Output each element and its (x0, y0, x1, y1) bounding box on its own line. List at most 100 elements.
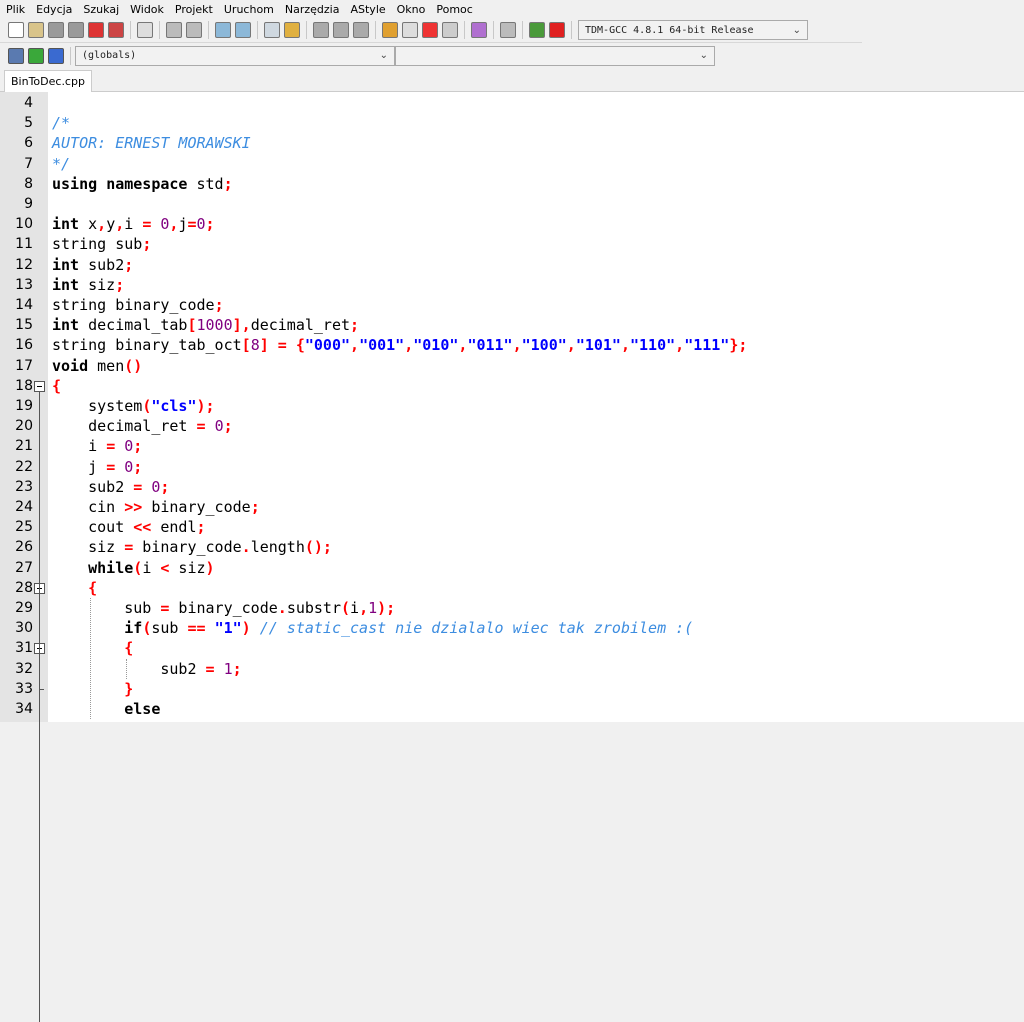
token-symbol: ( (133, 558, 143, 577)
goto-line-icon[interactable] (264, 22, 280, 38)
code-line[interactable]: cin >> binary_code; (52, 497, 260, 517)
code-line[interactable]: while(i < siz) (52, 558, 214, 578)
run-icon[interactable] (402, 22, 418, 38)
code-line[interactable]: int siz; (52, 275, 124, 295)
line-number: 28 (15, 579, 33, 596)
menu-item-pomoc[interactable]: Pomoc (436, 3, 472, 16)
code-line[interactable]: int x,y,i = 0,j=0; (52, 214, 215, 234)
chevron-down-icon: ⌄ (699, 50, 708, 61)
code-line[interactable]: { (52, 578, 97, 598)
toolbar-separator (464, 21, 465, 39)
fold-collapse-icon[interactable] (34, 380, 45, 392)
code-line[interactable]: decimal_ret = 0; (52, 416, 233, 436)
save-all-icon[interactable] (68, 22, 84, 38)
token-identifier (115, 437, 124, 455)
member-select[interactable]: ⌄ (395, 45, 715, 66)
code-line[interactable]: sub2 = 0; (52, 477, 169, 497)
code-line[interactable]: else (52, 699, 160, 719)
menu-item-widok[interactable]: Widok (130, 3, 164, 16)
rebuild-icon[interactable] (442, 22, 458, 38)
token-symbol: . (277, 599, 287, 617)
line-number: 9 (24, 196, 33, 212)
menu-item-uruchom[interactable]: Uruchom (224, 3, 274, 16)
print-icon[interactable] (137, 22, 153, 38)
close-icon[interactable] (88, 22, 104, 38)
profile-icon[interactable] (529, 22, 545, 38)
menu-item-plik[interactable]: Plik (6, 3, 25, 16)
code-line[interactable]: sub2 = 1; (52, 659, 241, 679)
code-line[interactable]: sub = binary_code.substr(i,1); (52, 598, 395, 618)
compiler-select-value: TDM-GCC 4.8.1 64-bit Release (585, 24, 754, 36)
save-icon[interactable] (48, 22, 64, 38)
code-line[interactable]: if(sub == "1") // static_cast nie dziala… (52, 618, 693, 638)
delete-profile-icon[interactable] (549, 22, 565, 38)
replace-icon[interactable] (235, 22, 251, 38)
syntax-check-icon[interactable] (471, 22, 487, 38)
bookmark-icon[interactable] (284, 22, 300, 38)
line-number: 16 (15, 337, 33, 354)
token-number: 0 (124, 437, 134, 456)
line-number: 32 (15, 660, 33, 677)
token-symbol: ; (142, 235, 152, 254)
find-icon[interactable] (215, 22, 231, 38)
code-line[interactable]: j = 0; (52, 457, 142, 477)
token-symbol: , (675, 336, 685, 355)
token-keyword: using (52, 174, 98, 193)
new-project-icon[interactable] (8, 47, 24, 64)
code-line[interactable]: /* (52, 113, 70, 133)
token-symbol: ; (115, 275, 125, 294)
scope-select[interactable]: (globals) ⌄ (75, 45, 395, 66)
new-file-icon[interactable] (8, 22, 24, 38)
code-line[interactable]: } (52, 679, 133, 699)
redo-icon[interactable] (186, 22, 202, 38)
code-line[interactable]: { (52, 638, 133, 658)
menu-item-narzędzia[interactable]: Narzędzia (285, 3, 340, 16)
code-line[interactable]: cout << endl; (52, 517, 205, 537)
code-line[interactable]: int decimal_tab[1000],decimal_ret; (52, 315, 359, 335)
menu-item-projekt[interactable]: Projekt (175, 3, 213, 16)
token-symbol: = (196, 417, 206, 436)
compiler-select[interactable]: TDM-GCC 4.8.1 64-bit Release ⌄ (578, 20, 808, 40)
code-line[interactable]: i = 0; (52, 436, 142, 456)
code-line[interactable]: AUTOR: ERNEST MORAWSKI (52, 133, 251, 153)
code-line[interactable]: int sub2; (52, 255, 133, 275)
indent-icon[interactable] (313, 22, 329, 38)
line-number: 24 (15, 499, 33, 515)
menu-item-szukaj[interactable]: Szukaj (83, 3, 119, 16)
undo-icon[interactable] (166, 22, 182, 38)
line-number: 20 (15, 418, 33, 435)
token-identifier (206, 417, 215, 435)
code-line[interactable]: void men() (52, 356, 142, 376)
code-line[interactable]: */ (52, 154, 70, 174)
token-symbol: = (187, 215, 197, 234)
token-symbol: ; (214, 296, 224, 314)
code-line[interactable]: string binary_tab_oct[8] = {"000","001",… (52, 335, 747, 355)
unindent-icon[interactable] (333, 22, 349, 38)
code-line[interactable]: using namespace std; (52, 174, 233, 194)
compile-run-icon[interactable] (422, 22, 438, 38)
menu-item-edycja[interactable]: Edycja (36, 3, 72, 16)
code-line[interactable]: string sub; (52, 234, 151, 254)
toolbar-separator (571, 21, 572, 39)
tab-bintodec[interactable]: BinToDec.cpp (4, 70, 92, 92)
chevron-down-icon: ⌄ (379, 50, 388, 61)
menu-item-astyle[interactable]: AStyle (350, 3, 385, 16)
token-number: 1000 (196, 316, 233, 335)
code-line[interactable]: siz = binary_code.length(); (52, 537, 332, 557)
token-identifier: string binary_tab_oct (52, 336, 242, 355)
stop-icon[interactable] (500, 22, 516, 38)
toggle-comment-icon[interactable] (353, 22, 369, 38)
add-file-icon[interactable] (28, 47, 44, 64)
code-line[interactable]: string binary_code; (52, 295, 224, 315)
remove-file-icon[interactable] (48, 47, 64, 64)
compile-icon[interactable] (382, 22, 398, 38)
token-string: "010" (413, 336, 459, 355)
open-file-icon[interactable] (28, 22, 44, 38)
line-number: 15 (15, 317, 33, 334)
close-all-icon[interactable] (108, 22, 124, 38)
code-line[interactable]: system("cls"); (52, 396, 214, 416)
menu-item-okno[interactable]: Okno (397, 3, 426, 16)
code-editor[interactable]: 4 5 6 7 8 9 10 11 12 13 14 15 16 17 18 19 20 21 22 23 24 25 26… (0, 92, 1024, 1022)
token-identifier: std (187, 174, 224, 193)
code-line[interactable]: { (52, 376, 61, 396)
